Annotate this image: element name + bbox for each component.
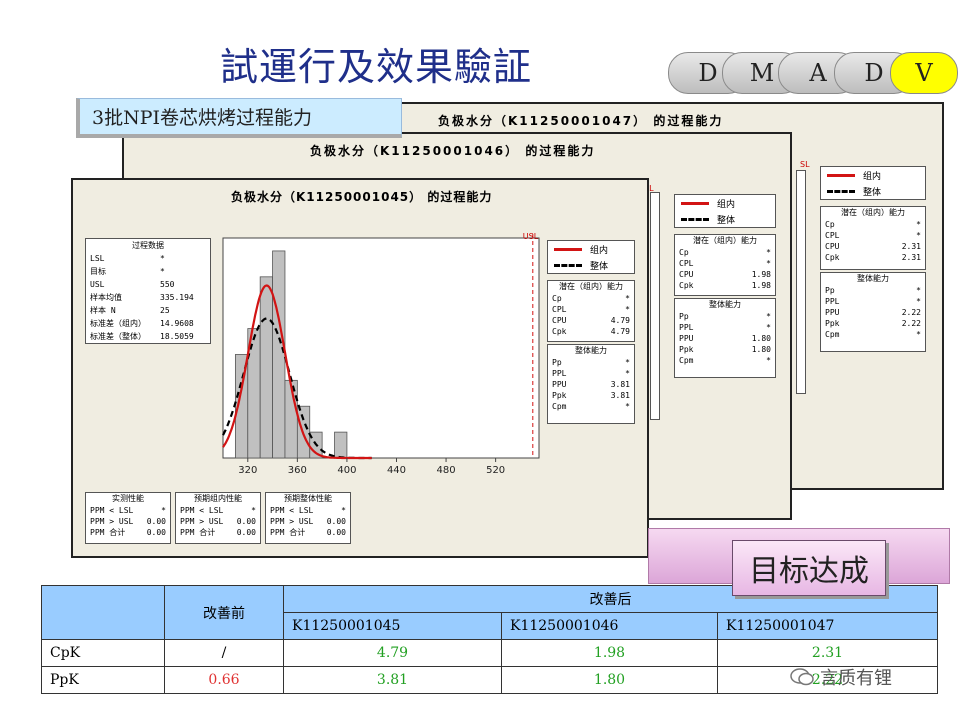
- legend-overall: 整体: [675, 211, 775, 227]
- overall-capability-box: 整体能力 Pp * PPL * PPU 1.80 Ppk 1.80 Cpm *: [674, 298, 776, 378]
- after-value: 1.80: [501, 666, 718, 694]
- histogram-bar: [272, 250, 286, 459]
- legend-overall: 整体: [821, 183, 925, 199]
- after-value: 4.79: [283, 639, 502, 667]
- legend: 组内 整体: [674, 194, 776, 228]
- legend-within: 组内: [675, 195, 775, 211]
- overall-capability-box: 整体能力 Pp * PPL * PPU 3.81 Ppk 3.81 Cpm *: [547, 344, 635, 424]
- overall-line-icon: [827, 189, 855, 193]
- panel-title: 负极水分（K11250001046） 的过程能力: [310, 144, 596, 158]
- legend: 组内 整体: [820, 166, 926, 200]
- slide-title: 試運行及效果驗証: [220, 45, 533, 89]
- x-tick-label: 480: [437, 465, 456, 476]
- batch-header: K11250001045: [283, 612, 502, 640]
- after-value: 2.31: [717, 639, 938, 667]
- phase-label: A: [809, 59, 827, 87]
- phase-label: V: [915, 59, 933, 87]
- before-value: /: [164, 639, 284, 667]
- phase-label: D: [698, 59, 718, 87]
- x-tick-label: 360: [288, 465, 307, 476]
- potential-capability-box: 潜在（组内）能力 Cp * CPL * CPU 1.98 Cpk 1.98: [674, 234, 776, 296]
- row-label: PpK: [41, 666, 165, 694]
- within-line-icon: [681, 201, 709, 205]
- x-tick-label: 520: [486, 465, 505, 476]
- goal-achieved-label: 目标达成: [732, 540, 886, 596]
- legend-overall: 整体: [548, 257, 634, 273]
- usl-label: USL: [523, 232, 539, 241]
- table-corner: [41, 585, 165, 640]
- section-banner: 3批NPI卷芯烘烤过程能力: [76, 98, 402, 138]
- before-header: 改善前: [164, 585, 284, 640]
- x-tick-label: 440: [387, 465, 406, 476]
- table-row: CpK / 4.79 1.98 2.31: [41, 639, 938, 667]
- histogram-bar: [284, 379, 298, 459]
- x-tick-label: 400: [337, 465, 356, 476]
- batch-header: K11250001046: [501, 612, 718, 640]
- potential-capability-box: 潜在（组内）能力 Cp * CPL * CPU 2.31 Cpk 2.31: [820, 206, 926, 270]
- within-line-icon: [827, 173, 855, 177]
- before-value: 0.66: [164, 666, 284, 694]
- within-line-icon: [554, 247, 582, 251]
- expected-within-performance-box: 预期组内性能 PPM < LSL * PPM > USL 0.00 PPM 合计 0.…: [175, 492, 261, 544]
- panel-title: 负极水分（K11250001047） 的过程能力: [438, 114, 724, 128]
- overall-line-icon: [554, 263, 582, 267]
- panel-title: 负极水分（K11250001045） 的过程能力: [231, 190, 493, 204]
- observed-performance-box: 实测性能 PPM < LSL * PPM > USL 0.00 PPM 合计 0.00: [85, 492, 171, 544]
- capability-panel-045: 负极水分（K11250001045） 的过程能力 过程数据 LSL * 目标 * U…: [71, 178, 649, 558]
- after-value: 1.98: [501, 639, 718, 667]
- histogram-bar: [259, 276, 273, 459]
- histogram-bar: [334, 431, 348, 459]
- capability-histogram: USL 320 360 400 440 480 520: [222, 232, 540, 476]
- legend-within: 组内: [548, 241, 634, 257]
- usl-marker: SL: [800, 160, 810, 169]
- chart-strip: [796, 170, 806, 394]
- overall-line-icon: [681, 217, 709, 221]
- watermark: 言质有锂: [790, 664, 892, 690]
- watermark-text: 言质有锂: [820, 668, 892, 689]
- wechat-icon: [790, 668, 814, 686]
- legend: 组内 整体: [547, 240, 635, 274]
- row-label: CpK: [41, 639, 165, 667]
- phase-label: M: [749, 59, 775, 87]
- phase-tab-v[interactable]: V: [890, 52, 958, 94]
- legend-within: 组内: [821, 167, 925, 183]
- process-data-box: 过程数据 LSL * 目标 * USL 550 样本均值 335.194 样本 N 25 …: [85, 238, 211, 344]
- expected-overall-performance-box: 预期整体性能 PPM < LSL * PPM > USL 0.00 PPM 合计 0.…: [265, 492, 351, 544]
- x-tick-label: 320: [238, 465, 257, 476]
- after-value: 3.81: [283, 666, 502, 694]
- phase-label: D: [864, 59, 884, 87]
- batch-header: K11250001047: [717, 612, 938, 640]
- overall-capability-box: 整体能力 Pp * PPL * PPU 2.22 Ppk 2.22 Cpm *: [820, 272, 926, 352]
- chart-strip: [650, 192, 660, 420]
- potential-capability-box: 潜在（组内）能力 Cp * CPL * CPU 4.79 Cpk 4.79: [547, 280, 635, 342]
